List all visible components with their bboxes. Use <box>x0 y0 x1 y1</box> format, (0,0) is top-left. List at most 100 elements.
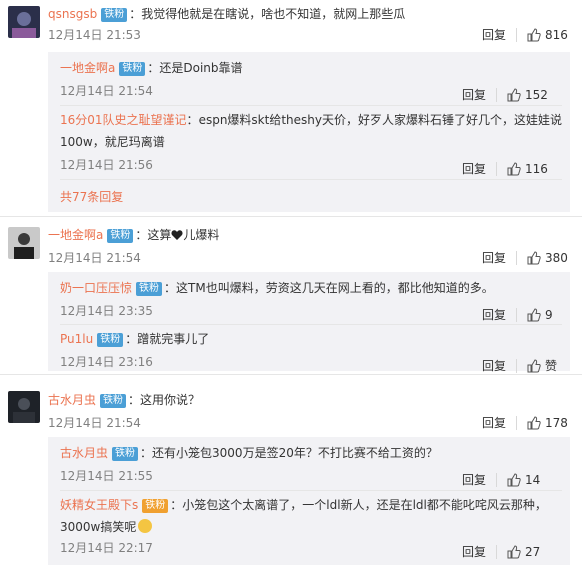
fan-badge[interactable]: 铁粉 <box>101 8 128 22</box>
comment: 一地金啊a 铁粉 ：这算 儿爆料 12月14日 21:54 回复 380 奶一口压压惊… <box>0 217 582 373</box>
fan-badge[interactable]: 铁粉 <box>97 333 124 347</box>
reply-text: 3000w搞笑呢 <box>60 520 137 534</box>
fan-badge[interactable]: 铁粉 <box>100 394 127 408</box>
reply-box: 古水月虫 铁粉 ：还有小笼包3000万是签20年？不打比赛不给工资的？ 12月14日… <box>48 437 570 565</box>
thumbs-up-icon <box>507 88 521 102</box>
laughing-emoji-icon <box>138 519 153 533</box>
fan-badge[interactable]: 铁粉 <box>107 229 134 243</box>
reply-text: 还是Doinb靠谱 <box>159 61 243 75</box>
reply-button[interactable]: 回复 <box>462 544 486 560</box>
reply-text: 这TM也叫爆料，劳资这几天在网上看的，都比他知道的多。 <box>176 281 494 295</box>
username[interactable]: 古水月虫 <box>60 446 108 460</box>
comment-text: 古水月虫 铁粉 ：这用你说？ <box>48 393 201 408</box>
username[interactable]: 一地金啊a <box>60 61 115 75</box>
reply-button[interactable]: 回复 <box>482 415 506 431</box>
reply-button[interactable]: 回复 <box>482 358 506 374</box>
divider <box>516 359 517 373</box>
like-button[interactable]: 116 <box>507 161 548 177</box>
reply-button[interactable]: 回复 <box>462 161 486 177</box>
reply-button[interactable]: 回复 <box>482 27 506 43</box>
reply-box: 一地金啊a 铁粉 ：还是Doinb靠谱 12月14日 21:54 回复 152 16… <box>48 52 570 212</box>
like-count: 9 <box>545 308 553 322</box>
divider <box>496 162 497 176</box>
thumbs-up-icon <box>527 416 541 430</box>
reply-item: 一地金啊a 铁粉 ：还是Doinb靠谱 12月14日 21:54 回复 152 <box>60 57 562 102</box>
username[interactable]: 一地金啊a <box>48 228 103 242</box>
reply-text: 小笼包这个太离谱了，一个ldl新人，还是在ldl都不能叱咤风云那种， <box>182 498 547 512</box>
divider <box>60 179 562 180</box>
divider <box>60 490 562 491</box>
avatar[interactable] <box>8 391 40 423</box>
like-button[interactable]: 14 <box>507 472 540 488</box>
reply-text: 蹭就完事儿了 <box>137 332 210 346</box>
reply-text: espn爆料skt给theshy天价，好歹人家爆料石锤了好几个，这娃娃说 <box>198 113 562 127</box>
like-count: 178 <box>545 416 568 430</box>
reply-button[interactable]: 回复 <box>462 87 486 103</box>
like-button[interactable]: 9 <box>527 307 553 323</box>
fan-badge[interactable]: 铁粉 <box>136 282 163 296</box>
reply-button[interactable]: 回复 <box>462 472 486 488</box>
more-replies-link[interactable]: 共77条回复 <box>60 189 123 205</box>
timestamp: 12月14日 21:53 <box>48 28 141 42</box>
like-button[interactable]: 816 <box>527 27 568 43</box>
timestamp: 12月14日 21:56 <box>60 158 153 172</box>
like-count: 27 <box>525 545 541 559</box>
divider <box>496 473 497 487</box>
username[interactable]: qsnsgsb <box>48 7 97 21</box>
reply-item: 16分01队史之耻望谨记：espn爆料skt给theshy天价，好歹人家爆料石锤… <box>60 113 562 176</box>
like-count: 816 <box>545 28 568 42</box>
like-count: 152 <box>525 88 548 102</box>
avatar[interactable] <box>8 6 40 38</box>
like-count: 赞 <box>545 359 558 373</box>
reply-button[interactable]: 回复 <box>482 250 506 266</box>
timestamp: 12月14日 21:54 <box>48 416 141 430</box>
like-button[interactable]: 152 <box>507 87 548 103</box>
reply-item: Pu1lu 铁粉 ：蹭就完事儿了 12月14日 23:16 回复 赞 <box>60 328 562 373</box>
reply-box: 奶一口压压惊 铁粉 ：这TM也叫爆料，劳资这几天在网上看的，都比他知道的多。 12月… <box>48 272 570 373</box>
fan-badge[interactable]: 铁粉 <box>142 499 169 513</box>
reply-item: 奶一口压压惊 铁粉 ：这TM也叫爆料，劳资这几天在网上看的，都比他知道的多。 12月… <box>60 277 562 322</box>
like-count: 380 <box>545 251 568 265</box>
username[interactable]: 妖精女王殿下s <box>60 498 138 512</box>
divider <box>516 416 517 430</box>
divider <box>516 251 517 265</box>
comment: 古水月虫 铁粉 ：这用你说？ 12月14日 21:54 回复 178 古水月虫 铁粉：… <box>0 375 582 565</box>
thumbs-up-icon <box>507 162 521 176</box>
like-button[interactable]: 27 <box>507 544 540 560</box>
like-count: 116 <box>525 162 548 176</box>
divider <box>60 324 562 325</box>
username[interactable]: 16分01队史之耻望谨记 <box>60 113 187 127</box>
timestamp: 12月14日 21:54 <box>60 84 153 98</box>
thumbs-up-icon <box>527 359 541 373</box>
thumbs-up-icon <box>527 308 541 322</box>
divider <box>496 545 497 559</box>
thumbs-up-icon <box>527 251 541 265</box>
like-button[interactable]: 赞 <box>527 358 557 374</box>
timestamp: 12月14日 21:55 <box>60 469 153 483</box>
divider <box>516 28 517 42</box>
divider <box>496 88 497 102</box>
reply-button[interactable]: 回复 <box>482 307 506 323</box>
divider <box>60 105 562 106</box>
reply-text: 100w，就尼玛离谱 <box>60 135 165 149</box>
timestamp: 12月14日 21:54 <box>48 251 141 265</box>
reply-text: 还有小笼包3000万是签20年？不打比赛不给工资的？ <box>152 446 438 460</box>
like-button[interactable]: 380 <box>527 250 568 266</box>
fan-badge[interactable]: 铁粉 <box>119 62 146 76</box>
fan-badge[interactable]: 铁粉 <box>112 447 139 461</box>
comment: qsnsgsb 铁粉 ：我觉得他就是在瞎说，啥也不知道，就网上那些瓜 12月14日 … <box>0 0 582 215</box>
thumbs-up-icon <box>507 473 521 487</box>
like-count: 14 <box>525 473 541 487</box>
comment-text: qsnsgsb 铁粉 ：我觉得他就是在瞎说，啥也不知道，就网上那些瓜 <box>48 7 406 22</box>
like-button[interactable]: 178 <box>527 415 568 431</box>
heart-icon <box>171 230 183 240</box>
comment-text: 一地金啊a 铁粉 ：这算 儿爆料 <box>48 228 220 243</box>
username[interactable]: 奶一口压压惊 <box>60 281 132 295</box>
username[interactable]: 古水月虫 <box>48 393 96 407</box>
divider <box>516 308 517 322</box>
timestamp: 12月14日 22:17 <box>60 541 153 555</box>
username[interactable]: Pu1lu <box>60 332 93 346</box>
reply-item: 妖精女王殿下s 铁粉 ：小笼包这个太离谱了，一个ldl新人，还是在ldl都不能叱咤风… <box>60 494 562 559</box>
avatar[interactable] <box>8 227 40 259</box>
thumbs-up-icon <box>507 545 521 559</box>
